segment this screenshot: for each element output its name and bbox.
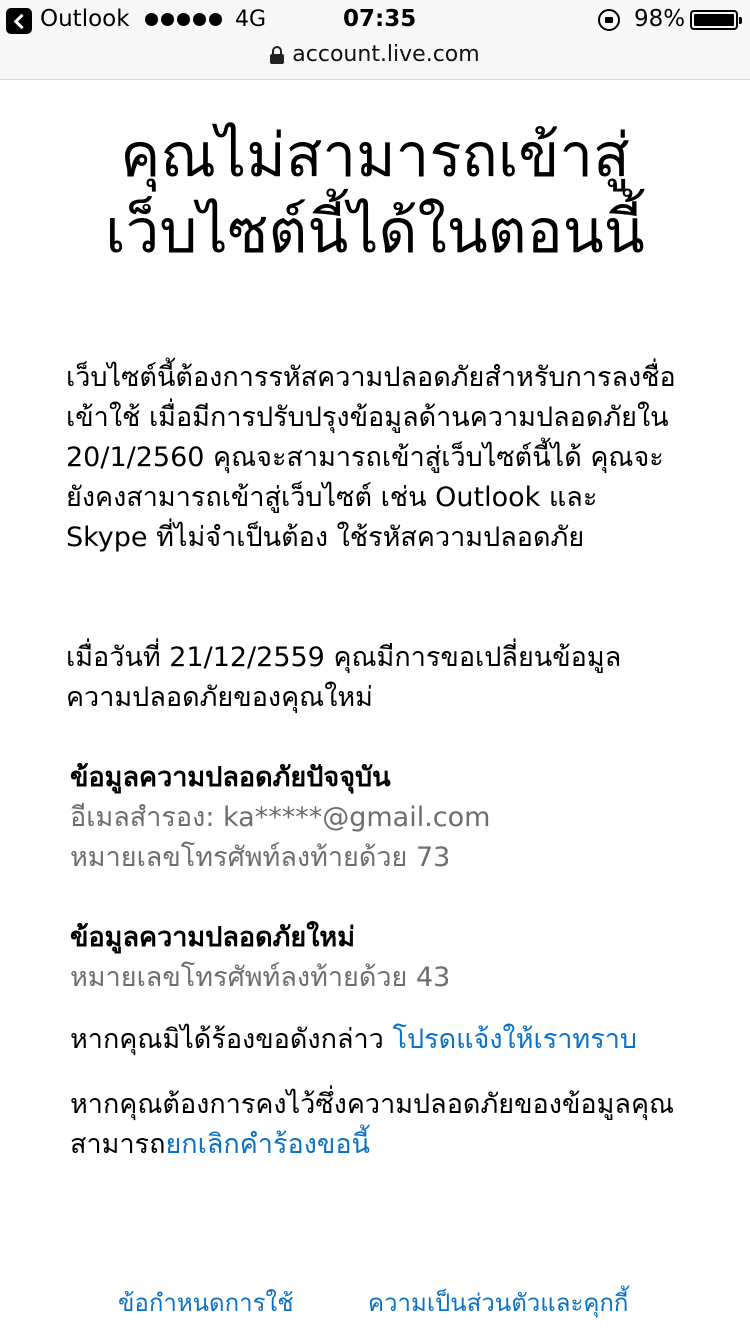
security-code-notice: เว็บไซต์นี้ต้องการรหัสความปลอดภัยสำหรับก… [66, 362, 676, 553]
address-bar[interactable]: account.live.com [0, 40, 750, 80]
privacy-cookies-link[interactable]: ความเป็นส่วนตัวและคุกกี้ [368, 1283, 628, 1322]
new-security-info: ข้อมูลความปลอดภัยใหม่ หมายเลขโทรศัพท์ลงท… [70, 918, 690, 998]
backup-email: อีเมลสำรอง: ka*****@gmail.com [70, 802, 491, 833]
current-phone: หมายเลขโทรศัพท์ลงท้ายด้วย 73 [70, 842, 451, 873]
lock-icon [270, 45, 285, 64]
url-text[interactable]: account.live.com [292, 42, 479, 67]
page-title: คุณไม่สามารถเข้าสู่เว็บไซต์นี้ได้ในตอนนี… [105, 121, 645, 267]
terms-of-use-link[interactable]: ข้อกำหนดการใช้ [118, 1283, 294, 1322]
cancel-request-line: หากคุณต้องการคงไว้ซึ่งความปลอดภัยของข้อม… [70, 1085, 690, 1165]
new-info-heading: ข้อมูลความปลอดภัยใหม่ [70, 922, 356, 953]
status-bar: Outlook 4G 07:35 98% [0, 0, 750, 40]
current-security-info: ข้อมูลความปลอดภัยปัจจุบัน อีเมลสำรอง: ka… [70, 758, 690, 878]
new-phone: หมายเลขโทรศัพท์ลงท้ายด้วย 43 [70, 962, 451, 993]
cancel-request-text: หากคุณต้องการคงไว้ซึ่งความปลอดภัยของข้อม… [70, 1089, 675, 1160]
let-us-know-link[interactable]: โปรดแจ้งให้เราทราบ [392, 1024, 637, 1055]
rotation-lock-icon [598, 9, 620, 31]
not-requested-text: หากคุณมิได้ร้องขอดังกล่าว [70, 1024, 384, 1055]
clock: 07:35 [343, 6, 417, 32]
battery-icon [690, 10, 742, 30]
network-type: 4G [235, 7, 267, 32]
cancel-request-link[interactable]: ยกเลิกคำร้องขอนี้ [165, 1129, 370, 1160]
not-requested-line: หากคุณมิได้ร้องขอดังกล่าว โปรดแจ้งให้เรา… [70, 1020, 690, 1060]
signal-strength-icon [145, 13, 222, 26]
footer: ข้อกำหนดการใช้ ความเป็นส่วนตัวและคุกกี้ [0, 1283, 750, 1334]
back-app-label[interactable]: Outlook [40, 6, 130, 32]
change-request-notice: เมื่อวันที่ 21/12/2559 คุณมีการขอเปลี่ยน… [66, 642, 622, 713]
battery-percent: 98% [634, 6, 686, 32]
back-to-app-icon[interactable] [6, 8, 32, 34]
current-info-heading: ข้อมูลความปลอดภัยปัจจุบัน [70, 762, 391, 793]
